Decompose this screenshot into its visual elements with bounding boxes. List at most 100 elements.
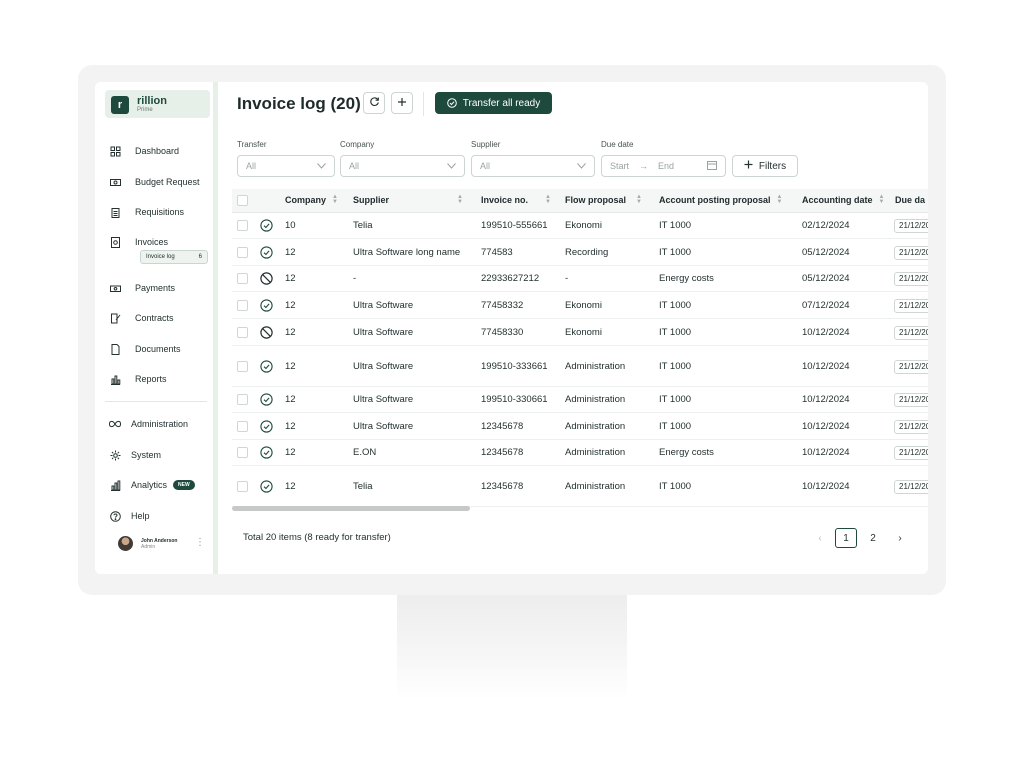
pagination-page-2[interactable]: 2 xyxy=(865,528,881,548)
brand[interactable]: r rillion Prime xyxy=(105,90,210,118)
cell-account: IT 1000 xyxy=(659,421,692,432)
chevron-right-icon: › xyxy=(898,532,902,544)
cell-account: Energy costs xyxy=(659,273,714,284)
due-date-chip[interactable]: 21/12/2024 xyxy=(894,446,928,460)
transfer-all-ready-button[interactable]: Transfer all ready xyxy=(435,92,552,114)
cell-company: 12 xyxy=(285,481,296,492)
row-checkbox[interactable] xyxy=(237,300,248,311)
column-header-invoice-no[interactable]: Invoice no. ▲ ▼ xyxy=(481,194,551,205)
row-checkbox[interactable] xyxy=(237,447,248,458)
due-date-range-input[interactable]: Start → End xyxy=(601,155,726,177)
sidebar-item-analytics[interactable]: Analytics NEW xyxy=(109,476,195,494)
table-row[interactable]: 12 Ultra Software 77458332 Ekonomi IT 1000 07… xyxy=(232,292,928,319)
column-header-accounting-date[interactable]: Accounting date ▲ ▼ xyxy=(802,194,884,205)
table-row[interactable]: 10 Telia 199510-555661 Ekonomi IT 1000 02/12/… xyxy=(232,213,928,239)
cell-acc-date: 05/12/2024 xyxy=(802,247,850,258)
sidebar-item-invoices[interactable]: Invoices xyxy=(109,233,168,251)
row-checkbox[interactable] xyxy=(237,327,248,338)
check-circle-icon xyxy=(260,446,273,459)
due-date-chip[interactable]: 21/12/2024 xyxy=(894,299,928,313)
column-header-account-posting-proposal[interactable]: Account posting proposal ▲ ▼ xyxy=(659,194,783,205)
user-profile[interactable]: John Anderson Admin xyxy=(118,536,177,551)
pagination-page-1[interactable]: 1 xyxy=(835,528,857,548)
column-header-flow-proposal[interactable]: Flow proposal ▲ ▼ xyxy=(565,194,642,205)
due-date-chip[interactable]: 21/12/2024 xyxy=(894,480,928,494)
table-row[interactable]: 12 Ultra Software 199510-333661 Administrat… xyxy=(232,346,928,387)
sidebar-item-reports[interactable]: Reports xyxy=(109,370,167,388)
cell-supplier: Telia xyxy=(353,481,373,492)
cell-supplier: Ultra Software long name xyxy=(353,247,461,258)
sidebar-item-dashboard[interactable]: Dashboard xyxy=(109,142,179,160)
sidebar-item-label: Contracts xyxy=(135,313,174,323)
header-divider xyxy=(423,92,424,116)
cell-account: IT 1000 xyxy=(659,481,692,492)
sidebar-item-administration[interactable]: Administration xyxy=(109,415,188,433)
cell-invoice: 77458332 xyxy=(481,300,524,311)
document-icon xyxy=(109,343,121,355)
sidebar-item-documents[interactable]: Documents xyxy=(109,340,181,358)
column-header-due-date[interactable]: Due da xyxy=(895,195,925,205)
plus-icon xyxy=(397,94,407,112)
company-filter-label: Company xyxy=(340,140,375,149)
supplier-filter-select[interactable]: All xyxy=(471,155,595,177)
due-date-chip[interactable]: 21/12/2024 xyxy=(894,272,928,286)
cell-flow: Administration xyxy=(565,361,626,372)
sidebar-item-payments[interactable]: Payments xyxy=(109,279,175,297)
sidebar-item-system[interactable]: System xyxy=(109,446,161,464)
row-checkbox[interactable] xyxy=(237,361,248,372)
column-header-company[interactable]: Company ▲ ▼ xyxy=(285,194,338,205)
sidebar-item-budget-request[interactable]: Budget Request xyxy=(109,173,200,191)
row-checkbox[interactable] xyxy=(237,220,248,231)
cell-company: 12 xyxy=(285,273,296,284)
row-checkbox[interactable] xyxy=(237,481,248,492)
brand-subtitle: Prime xyxy=(137,107,153,113)
table-row[interactable]: 12 E.ON 12345678 Administration Energy costs… xyxy=(232,440,928,466)
user-name: John Anderson xyxy=(141,537,178,544)
table-row[interactable]: 12 Ultra Software long name 774583 Recordin… xyxy=(232,239,928,266)
more-vertical-icon[interactable]: ⋮ xyxy=(195,537,205,548)
sidebar-item-contracts[interactable]: Contracts xyxy=(109,309,174,327)
due-date-chip[interactable]: 21/12/2024 xyxy=(894,393,928,407)
sidebar-item-label: System xyxy=(131,450,162,460)
cell-acc-date: 10/12/2024 xyxy=(802,481,850,492)
check-circle-icon xyxy=(260,420,273,433)
table-row[interactable]: 12 Telia 12345678 Administration IT 1000 10/1… xyxy=(232,466,928,507)
refresh-button[interactable] xyxy=(363,92,385,114)
cell-invoice: 199510-333661 xyxy=(481,361,548,372)
due-date-chip[interactable]: 21/12/2024 xyxy=(894,420,928,434)
table-row[interactable]: 12 Ultra Software 77458330 Ekonomi IT 1000 10… xyxy=(232,319,928,346)
column-header-supplier[interactable]: Supplier ▲ ▼ xyxy=(353,194,463,205)
row-checkbox[interactable] xyxy=(237,394,248,405)
cell-invoice: 12345678 xyxy=(481,481,524,492)
sidebar-item-label: Administration xyxy=(131,419,189,429)
table-row[interactable]: 12 Ultra Software 199510-330661 Administrat… xyxy=(232,387,928,413)
add-button[interactable] xyxy=(391,92,413,114)
report-icon xyxy=(109,373,121,385)
due-date-chip[interactable]: 21/12/2024 xyxy=(894,219,928,233)
contract-icon xyxy=(109,312,121,324)
pagination-next-button[interactable]: › xyxy=(893,528,907,548)
date-end: End xyxy=(658,161,675,171)
transfer-filter-select[interactable]: All xyxy=(237,155,335,177)
filters-button[interactable]: Filters xyxy=(732,155,798,177)
pagination-prev-button[interactable]: ‹ xyxy=(813,528,827,548)
company-filter-select[interactable]: All xyxy=(340,155,465,177)
due-date-chip[interactable]: 21/12/2024 xyxy=(894,246,928,260)
sidebar-subitem-invoice-log[interactable]: Invoice log 6 xyxy=(140,250,208,264)
due-date-chip[interactable]: 21/12/2024 xyxy=(894,360,928,374)
sidebar-item-label: Requisitions xyxy=(135,207,185,217)
sidebar-item-requisitions[interactable]: Requisitions xyxy=(109,203,184,221)
table-row[interactable]: 12 Ultra Software 12345678 Administration IT… xyxy=(232,413,928,440)
row-checkbox[interactable] xyxy=(237,273,248,284)
table-row[interactable]: 12 - 22933627212 - Energy costs 05/12/2024 21/… xyxy=(232,266,928,292)
row-checkbox[interactable] xyxy=(237,421,248,432)
row-checkbox[interactable] xyxy=(237,247,248,258)
sidebar-item-label: Documents xyxy=(135,344,181,354)
due-date-chip[interactable]: 21/12/2024 xyxy=(894,326,928,340)
transfer-filter-label: Transfer xyxy=(237,140,267,149)
select-all-checkbox[interactable] xyxy=(237,195,248,206)
horizontal-scrollbar[interactable] xyxy=(232,506,470,511)
sort-icon: ▲ ▼ xyxy=(776,194,783,205)
sidebar-item-help[interactable]: Help xyxy=(109,507,150,525)
cell-account: IT 1000 xyxy=(659,247,692,258)
